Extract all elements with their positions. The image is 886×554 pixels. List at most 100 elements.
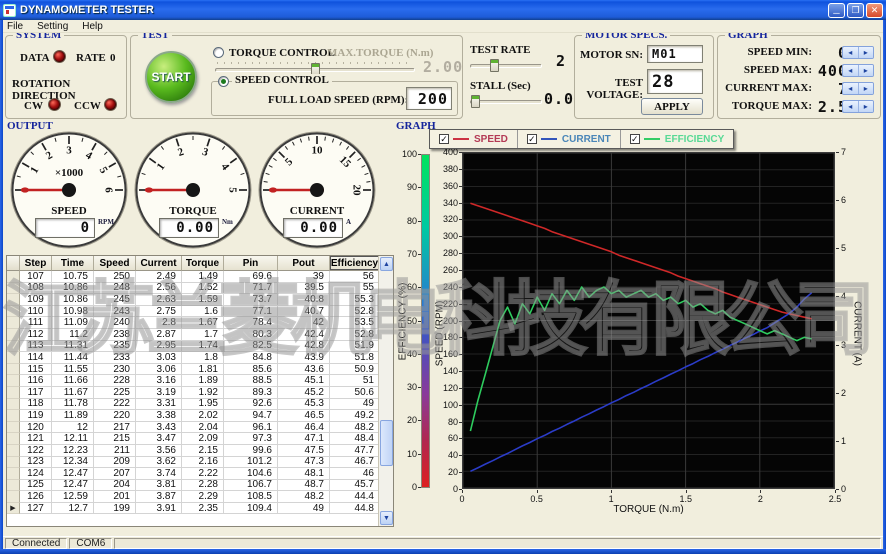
column-header-pout[interactable]: Pout [278, 256, 330, 271]
table-cell: 56 [330, 271, 380, 283]
axis-tick-label: 20 [435, 467, 458, 477]
table-cell: 88.5 [224, 375, 278, 387]
table-row[interactable]: 12112.112153.472.0997.347.148.4 [7, 433, 393, 445]
slider-thumb[interactable] [490, 59, 499, 72]
row-header[interactable] [7, 329, 20, 341]
table-row[interactable]: 10810.862482.561.5271.739.555 [7, 283, 393, 295]
axis-tick-label: 320 [435, 214, 458, 224]
table-row[interactable]: 120122173.432.0496.146.448.2 [7, 422, 393, 434]
stall-slider[interactable] [470, 94, 542, 108]
table-row[interactable]: ▶12712.71993.912.35109.44944.8 [7, 503, 393, 515]
table-row[interactable]: 11911.892203.382.0294.746.549.2 [7, 410, 393, 422]
legend-label: CURRENT [562, 134, 611, 145]
spinner-left-arrow[interactable]: ◂ [843, 83, 859, 94]
table-row[interactable]: 12412.472073.742.22104.648.146 [7, 468, 393, 480]
table-row[interactable]: 11411.442333.031.884.843.951.8 [7, 352, 393, 364]
row-header[interactable] [7, 480, 20, 492]
row-header[interactable] [7, 317, 20, 329]
test-voltage-input[interactable]: 28 [647, 69, 703, 94]
row-header[interactable] [7, 457, 20, 469]
row-header[interactable] [7, 271, 20, 283]
table-row[interactable]: 10910.862452.631.5973.740.855.3 [7, 294, 393, 306]
row-header[interactable] [7, 283, 20, 295]
table-row[interactable]: 11511.552303.061.8185.643.650.9 [7, 364, 393, 376]
table-row[interactable]: 11311.312352.951.7482.542.851.9 [7, 341, 393, 353]
table-row[interactable]: 11611.662283.161.8988.545.151 [7, 375, 393, 387]
row-header[interactable] [7, 468, 20, 480]
axis-tick-label: 360 [435, 181, 458, 191]
table-row[interactable]: 10710.752502.491.4969.63956 [7, 271, 393, 283]
row-header[interactable] [7, 433, 20, 445]
motor-sn-input[interactable]: M01 [647, 45, 703, 63]
table-row[interactable]: 11711.672253.191.9289.345.250.6 [7, 387, 393, 399]
table-header: StepTimeSpeedCurrentTorquePinPoutEfficie… [7, 256, 393, 271]
slider-thumb[interactable] [471, 95, 480, 108]
speed-control-radio[interactable] [218, 76, 229, 87]
row-header[interactable]: ▶ [7, 503, 20, 515]
row-header[interactable] [7, 422, 20, 434]
table-scrollbar[interactable]: ▲ ▼ [378, 256, 393, 526]
column-header-pin[interactable]: Pin [224, 256, 278, 271]
table-row[interactable]: 11211.22382.871.780.342.452.8 [7, 329, 393, 341]
row-header[interactable] [7, 399, 20, 411]
scroll-thumb[interactable] [380, 420, 393, 466]
stall-label: STALL (Sec) [470, 80, 531, 92]
column-header-torque[interactable]: Torque [182, 256, 224, 271]
spinner-right-arrow[interactable]: ▸ [859, 65, 874, 76]
legend-checkbox[interactable]: ✓ [439, 134, 449, 144]
table-cell: 48.1 [278, 468, 330, 480]
spinner-left-arrow[interactable]: ◂ [843, 101, 859, 112]
row-header[interactable] [7, 341, 20, 353]
table-cell: 42.8 [278, 341, 330, 353]
row-header[interactable] [7, 491, 20, 503]
restore-button[interactable]: ❐ [847, 3, 864, 18]
spinner-left-arrow[interactable]: ◂ [843, 65, 859, 76]
table-row[interactable]: 12312.342093.622.16101.247.346.7 [7, 457, 393, 469]
scroll-up-button[interactable]: ▲ [380, 257, 393, 271]
graph-setting-spinner: ◂▸ [842, 100, 874, 113]
row-header[interactable] [7, 445, 20, 457]
column-header-time[interactable]: Time [52, 256, 94, 271]
axis-tick-label: 40 [435, 450, 458, 460]
table-row[interactable]: 12612.592013.872.29108.548.244.4 [7, 491, 393, 503]
column-header-speed[interactable]: Speed [94, 256, 136, 271]
spinner-right-arrow[interactable]: ▸ [859, 83, 874, 94]
table-row[interactable]: 11811.782223.311.9592.645.349 [7, 399, 393, 411]
table-row[interactable]: 12512.472043.812.28106.748.745.7 [7, 480, 393, 492]
full-load-speed-input[interactable]: 200 [406, 87, 452, 110]
column-header-step[interactable]: Step [20, 256, 52, 271]
row-header[interactable] [7, 387, 20, 399]
slider-track[interactable] [470, 100, 542, 104]
apply-button[interactable]: APPLY [641, 98, 703, 115]
table-cell: 3.06 [136, 364, 182, 376]
column-header-current[interactable]: Current [136, 256, 182, 271]
spinner-right-arrow[interactable]: ▸ [859, 47, 874, 58]
row-header[interactable] [7, 375, 20, 387]
menu-item-file[interactable]: File [7, 21, 23, 32]
legend-checkbox[interactable]: ✓ [527, 134, 537, 144]
row-header[interactable] [7, 306, 20, 318]
test-rate-slider[interactable] [470, 58, 542, 72]
table-row[interactable]: 11111.092402.81.6778.44253.5 [7, 317, 393, 329]
slider-track[interactable] [470, 64, 542, 68]
row-header[interactable] [7, 410, 20, 422]
scroll-down-button[interactable]: ▼ [380, 511, 393, 525]
legend-checkbox[interactable]: ✓ [630, 134, 640, 144]
legend-item-current: ✓ CURRENT [518, 130, 621, 148]
column-header-efficiency[interactable]: Efficiency [330, 256, 380, 271]
table-row[interactable]: 11010.982432.751.677.140.752.8 [7, 306, 393, 318]
start-button[interactable]: START [145, 51, 197, 103]
minimize-button[interactable]: ─ [828, 3, 845, 18]
row-header[interactable] [7, 352, 20, 364]
row-header[interactable] [7, 364, 20, 376]
table-row[interactable]: 12212.232113.562.1599.647.547.7 [7, 445, 393, 457]
row-header[interactable] [7, 294, 20, 306]
table-cell: 43.6 [278, 364, 330, 376]
menu-item-help[interactable]: Help [82, 21, 103, 32]
close-button[interactable]: ✕ [866, 3, 883, 18]
table-cell: 12 [52, 422, 94, 434]
menu-item-setting[interactable]: Setting [37, 21, 68, 32]
torque-control-radio[interactable] [213, 47, 224, 58]
spinner-left-arrow[interactable]: ◂ [843, 47, 859, 58]
spinner-right-arrow[interactable]: ▸ [859, 101, 874, 112]
